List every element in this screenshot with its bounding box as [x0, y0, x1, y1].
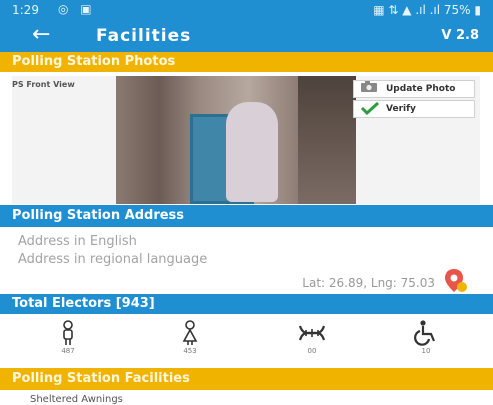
female-icon	[182, 320, 198, 345]
status-time: 1:29	[12, 3, 39, 17]
page-title: Facilities	[96, 26, 192, 46]
app-bar: ← Facilities V 2.8	[0, 20, 493, 52]
facilities-section-header: Polling Station Facilities	[0, 368, 493, 390]
coordinates-readout: Lat: 26.89, Lng: 75.03	[302, 276, 435, 290]
facility-item[interactable]: Sheltered Awnings	[30, 394, 123, 405]
pwd-count: 10	[421, 347, 431, 355]
polling-station-photo[interactable]: PS Front View Update Photo Verify	[12, 76, 480, 204]
status-bar: 1:29 ◎ ▣ ▦ ⇅ ▲ .ıl .ıl 75% ▮	[0, 0, 493, 20]
pwd-electors: 10	[396, 320, 456, 360]
male-count: 487	[61, 347, 75, 355]
male-icon	[63, 320, 73, 345]
status-right-icons: ▦ ⇅ ▲ .ıl .ıl 75% ▮	[373, 3, 481, 17]
photo-caption: PS Front View	[12, 80, 75, 89]
back-arrow-icon[interactable]: ←	[32, 23, 50, 47]
address-regional-field[interactable]: Address in regional language	[18, 252, 207, 267]
photo-wall	[298, 76, 356, 204]
status-left-icons: ◎ ▣	[58, 2, 96, 16]
camera-icon	[360, 81, 378, 98]
third-gender-count: 00	[307, 347, 317, 355]
address-block: Address in English Address in regional l…	[0, 230, 493, 298]
electors-section-header: Total Electors [943]	[0, 294, 493, 314]
photo-figure	[226, 102, 278, 202]
female-electors: 453	[160, 320, 220, 360]
photos-section-header: Polling Station Photos	[0, 52, 493, 72]
verify-button[interactable]: Verify	[353, 100, 475, 118]
location-pin-icon[interactable]	[443, 268, 469, 294]
third-gender-icon	[298, 325, 326, 341]
checkmark-icon	[360, 101, 380, 120]
verify-label: Verify	[386, 104, 416, 114]
wheelchair-icon	[414, 320, 436, 346]
address-section-header: Polling Station Address	[0, 205, 493, 227]
update-photo-label: Update Photo	[386, 84, 456, 94]
address-english-field[interactable]: Address in English	[18, 234, 137, 249]
male-electors: 487	[38, 320, 98, 360]
female-count: 453	[183, 347, 197, 355]
third-gender-electors: 00	[282, 320, 342, 360]
update-photo-button[interactable]: Update Photo	[353, 80, 475, 98]
electors-row: 487 453 00 10	[0, 318, 493, 362]
front-view-image	[116, 76, 356, 204]
version-label: V 2.8	[441, 28, 479, 43]
